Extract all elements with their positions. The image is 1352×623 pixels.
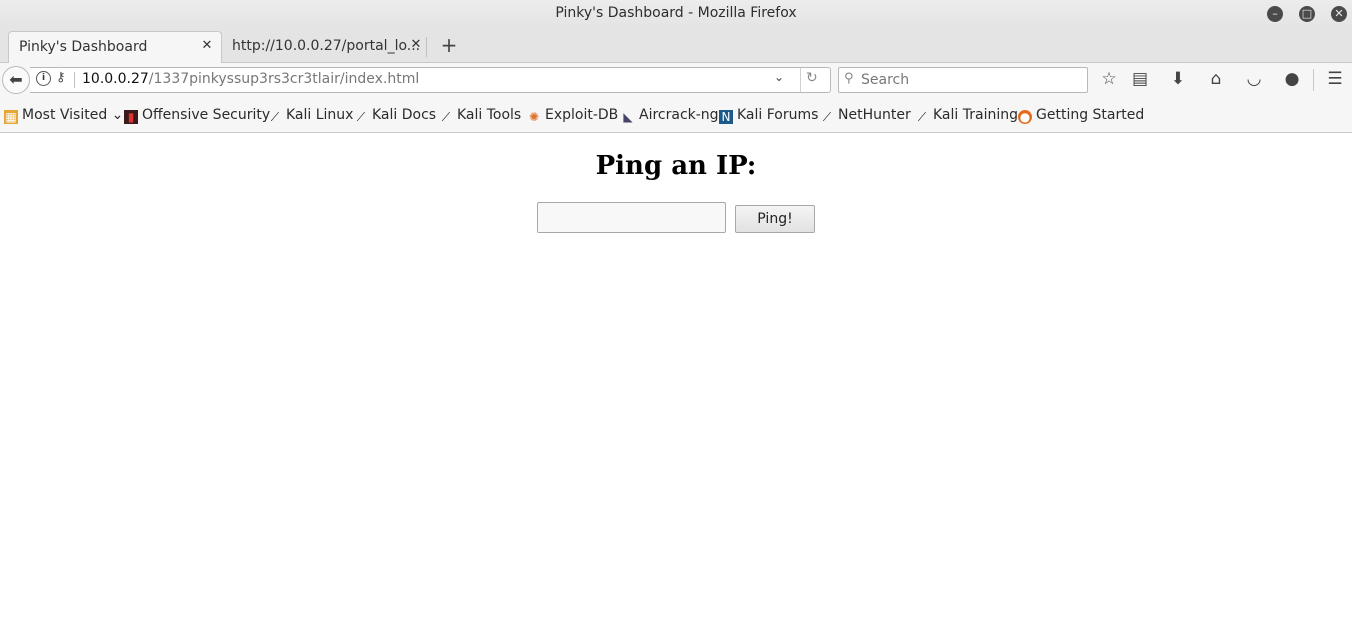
chevron-down-icon: ⌄ [107, 107, 124, 123]
search-bar[interactable]: ⚲ [838, 67, 1088, 93]
bookmark-aircrack-ng[interactable]: ◣ Aircrack-ng [621, 107, 719, 124]
maximize-window-icon[interactable]: □ [1299, 6, 1315, 22]
star-icon[interactable]: ☆ [1098, 69, 1120, 89]
info-icon[interactable]: i [36, 71, 51, 86]
tab-close-icon[interactable]: ✕ [199, 38, 215, 53]
dropdown-icon[interactable]: ⌄ [774, 70, 784, 84]
offsec-icon: ▮ [124, 110, 138, 124]
bookmark-label: Most Visited [22, 107, 108, 123]
reload-icon[interactable]: ↻ [806, 70, 818, 86]
search-input[interactable] [861, 68, 1081, 92]
cookie-icon[interactable]: ● [1281, 69, 1303, 89]
bookmark-getting-started[interactable]: ● Getting Started [1018, 107, 1144, 124]
bookmark-kali-linux[interactable]: ⟋ Kali Linux [268, 107, 354, 124]
pocket-icon[interactable]: ◡ [1243, 69, 1265, 89]
bookmark-label: Offensive Security [142, 107, 271, 123]
kali-dragon-icon: ⟋ [356, 110, 366, 124]
bookmark-label: Getting Started [1036, 107, 1145, 123]
url-separator [74, 72, 75, 88]
bookmark-label: Aircrack-ng [639, 107, 719, 123]
firefox-icon: ● [1018, 110, 1032, 124]
url-text[interactable]: 10.0.0.27/1337pinkyssup3rs3cr3tlair/inde… [82, 71, 419, 87]
bookmark-label: Kali Forums [737, 107, 819, 123]
bookmark-label: Kali Tools [457, 107, 522, 123]
reading-list-icon[interactable]: ▤ [1129, 69, 1151, 89]
tab-close-icon[interactable]: ✕ [408, 37, 424, 52]
menu-icon[interactable]: ☰ [1324, 69, 1346, 89]
back-icon[interactable]: ⬅ [2, 66, 30, 94]
ping-button[interactable]: Ping! [735, 205, 815, 233]
toolbar-separator [1313, 69, 1314, 91]
url-host: 10.0.0.27 [82, 71, 149, 87]
window-title: Pinky's Dashboard - Mozilla Firefox [555, 5, 797, 21]
minimize-window-icon[interactable]: – [1267, 6, 1283, 22]
search-icon: ⚲ [844, 71, 854, 86]
bookmark-exploit-db[interactable]: ✺ Exploit-DB [527, 107, 618, 124]
tab-portal-login[interactable]: http://10.0.0.27/portal_lo... ✕ [222, 31, 427, 62]
url-path: /1337pinkyssup3rs3cr3tlair/index.html [148, 71, 420, 87]
kali-dragon-icon: ⟋ [441, 110, 451, 124]
bookmark-offensive-security[interactable]: ▮ Offensive Security [124, 107, 270, 124]
bookmark-label: Kali Docs [372, 107, 437, 123]
kali-dragon-icon: ⟋ [270, 110, 280, 124]
bookmarks-toolbar: ▦ Most Visited ⌄ ▮ Offensive Security ⟋ Kal… [0, 97, 1352, 133]
tab-label: Pinky's Dashboard [19, 39, 148, 55]
ip-address-input[interactable] [537, 202, 726, 233]
page-heading: Ping an IP: [595, 151, 757, 181]
bookmark-nethunter[interactable]: ⟋ NetHunter [820, 107, 911, 124]
url-separator [800, 68, 801, 92]
bookmark-kali-training[interactable]: ⟋ Kali Training [915, 107, 1018, 124]
page-content: Ping an IP: Ping! [0, 133, 1352, 623]
tab-strip: Pinky's Dashboard ✕ http://10.0.0.27/por… [0, 28, 1352, 64]
bookmark-label: NetHunter [838, 107, 911, 123]
folder-icon: ▦ [4, 110, 18, 124]
kali-dragon-icon: ⟋ [822, 110, 832, 124]
bookmark-label: Kali Training [933, 107, 1018, 123]
bookmark-most-visited[interactable]: ▦ Most Visited ⌄ [4, 107, 123, 124]
bookmark-label: Kali Linux [286, 107, 354, 123]
kali-dragon-icon: ⟋ [917, 110, 927, 124]
kali-forums-icon: N [719, 110, 733, 124]
bookmark-kali-docs[interactable]: ⟋ Kali Docs [354, 107, 436, 124]
tab-pinkys-dashboard[interactable]: Pinky's Dashboard ✕ [8, 31, 222, 64]
aircrack-icon: ◣ [623, 110, 633, 124]
close-window-icon[interactable]: ✕ [1331, 6, 1347, 22]
tab-label: http://10.0.0.27/portal_lo... [232, 38, 421, 54]
navigation-toolbar: ⬅ i ⚷ 10.0.0.27/1337pinkyssup3rs3cr3tlai… [0, 63, 1352, 97]
bookmark-kali-tools[interactable]: ⟋ Kali Tools [439, 107, 521, 124]
bookmark-kali-forums[interactable]: N Kali Forums [719, 107, 818, 124]
exploit-db-icon: ✺ [528, 110, 540, 124]
new-tab-button[interactable]: + [440, 33, 458, 57]
key-icon[interactable]: ⚷ [56, 70, 66, 85]
bookmark-label: Exploit-DB [545, 107, 619, 123]
download-icon[interactable]: ⬇ [1167, 69, 1189, 89]
home-icon[interactable]: ⌂ [1205, 69, 1227, 89]
url-bar[interactable]: i ⚷ 10.0.0.27/1337pinkyssup3rs3cr3tlair/… [30, 67, 831, 93]
window-titlebar: Pinky's Dashboard - Mozilla Firefox – □ … [0, 0, 1352, 28]
